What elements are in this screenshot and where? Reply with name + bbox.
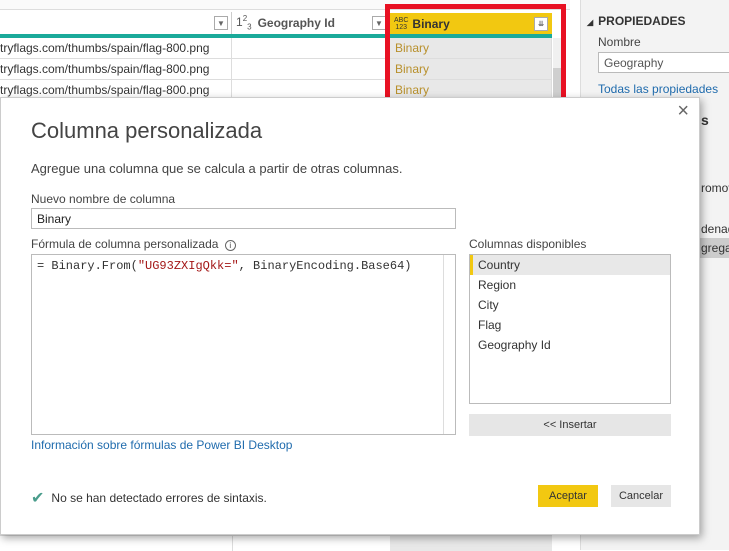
column-header-geography-id[interactable]: 123 Geography Id ▼ (232, 12, 390, 34)
column-name-label: Nuevo nombre de columna (31, 192, 176, 206)
url-cell: tryflags.com/thumbs/spain/flag-800.png (0, 59, 232, 79)
insert-button[interactable]: << Insertar (469, 414, 671, 436)
available-columns-list[interactable]: Country Region City Flag Geography Id (469, 254, 671, 404)
dropdown-icon[interactable]: ▼ (372, 16, 386, 30)
highlight-box (385, 4, 566, 106)
custom-column-dialog: × Columna personalizada Agregue una colu… (0, 97, 700, 535)
applied-step-selected[interactable]: grega (699, 238, 729, 258)
geography-id-cell (232, 59, 390, 79)
column-name-input[interactable]: Binary (31, 208, 456, 229)
column-item-region[interactable]: Region (470, 275, 670, 295)
formula-help-link[interactable]: Información sobre fórmulas de Power BI D… (31, 438, 292, 452)
column-item-geography-id[interactable]: Geography Id (470, 335, 670, 355)
column-label: Geography Id (257, 16, 335, 30)
ok-button[interactable]: Aceptar (538, 485, 598, 507)
applied-steps-heading: s (701, 112, 709, 128)
column-header-flag[interactable]: ▼ (0, 12, 232, 34)
checkmark-icon: ✔ (31, 490, 45, 507)
url-cell: tryflags.com/thumbs/spain/flag-800.png (0, 38, 232, 58)
cancel-button[interactable]: Cancelar (611, 485, 671, 507)
applied-step[interactable]: denad (701, 222, 729, 236)
dropdown-icon[interactable]: ▼ (214, 16, 228, 30)
query-name-input[interactable]: Geography (598, 52, 729, 73)
number-type-icon: 123 (236, 14, 252, 32)
info-icon[interactable]: i (224, 240, 236, 251)
applied-step[interactable]: romov (701, 181, 729, 195)
geography-id-cell (232, 38, 390, 58)
column-item-country[interactable]: Country (470, 255, 670, 275)
formula-editor[interactable]: = Binary.From("UG93ZXIgQkk=", BinaryEnco… (31, 254, 456, 435)
formula-label: Fórmula de columna personalizada i (31, 237, 236, 251)
formula-scrollbar[interactable] (443, 255, 455, 434)
column-item-flag[interactable]: Flag (470, 315, 670, 335)
name-label: Nombre (598, 35, 641, 49)
dialog-title: Columna personalizada (31, 118, 263, 143)
available-columns-label: Columnas disponibles (469, 237, 587, 251)
all-properties-link[interactable]: Todas las propiedades (598, 82, 718, 96)
dialog-subtitle: Agregue una columna que se calcula a par… (31, 161, 403, 176)
column-item-city[interactable]: City (470, 295, 670, 315)
properties-heading[interactable]: ◢ PROPIEDADES (587, 14, 686, 28)
table-row (0, 535, 552, 551)
close-icon[interactable]: × (677, 100, 689, 123)
syntax-status: ✔ No se han detectado errores de sintaxi… (31, 490, 267, 507)
